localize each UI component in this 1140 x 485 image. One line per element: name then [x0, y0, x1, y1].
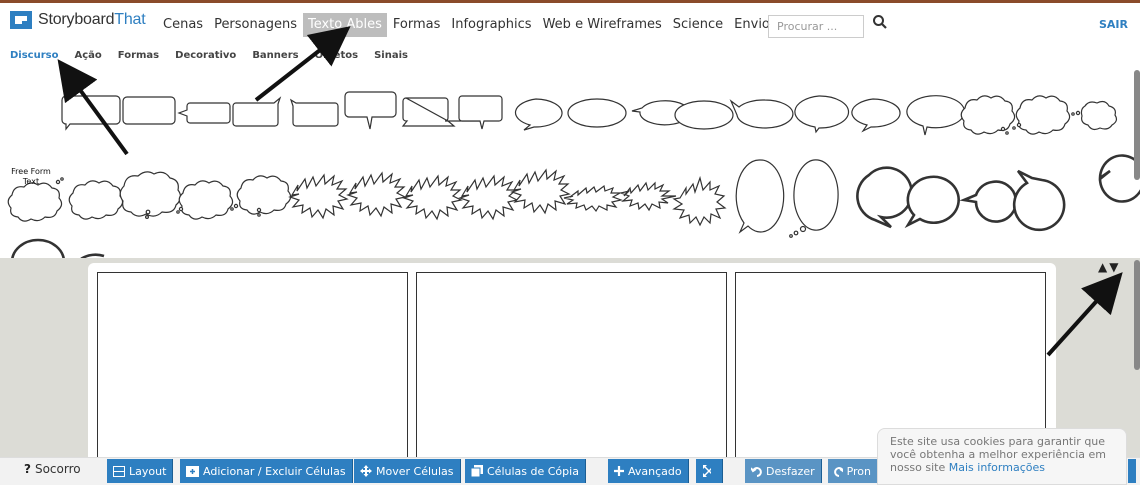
- palette-scrollbar[interactable]: [1134, 70, 1140, 180]
- help-icon: ?: [24, 462, 31, 476]
- storyboard-scrollbar[interactable]: [1134, 260, 1140, 370]
- logout-link[interactable]: SAIR: [1099, 18, 1128, 31]
- tab-formas[interactable]: Formas: [118, 50, 159, 61]
- nav-item-cenas[interactable]: Cenas: [158, 13, 208, 37]
- free-form-text-option[interactable]: Free Form Text: [11, 167, 51, 187]
- tab-discurso[interactable]: Discurso: [10, 50, 58, 61]
- tab-banners[interactable]: Banners: [252, 50, 298, 61]
- bubble-tall-oval-1[interactable]: [735, 159, 785, 234]
- bubble-round-3[interactable]: [959, 180, 1018, 223]
- redo-button[interactable]: Pron: [828, 459, 878, 483]
- bubble-oval-7[interactable]: [851, 98, 901, 133]
- undo-icon: [751, 466, 762, 477]
- bubble-round-2[interactable]: [904, 175, 960, 229]
- cookie-more-info-link[interactable]: Mais informações: [949, 461, 1045, 474]
- thought-cloud-5[interactable]: [68, 180, 124, 220]
- textables-palette: Free Form Text: [0, 66, 1140, 258]
- storyboard-cell-2[interactable]: [416, 272, 727, 462]
- expand-icon: [703, 465, 711, 477]
- thought-cloud-6[interactable]: [119, 171, 182, 217]
- thought-cloud-8[interactable]: [236, 175, 292, 215]
- bubble-rect-5[interactable]: [289, 98, 339, 127]
- advanced-button[interactable]: Avançado: [608, 459, 689, 483]
- add-remove-cells-label: Adicionar / Excluir Células: [203, 464, 346, 478]
- cookie-accept-button[interactable]: [1128, 459, 1136, 483]
- help-label: Socorro: [34, 462, 81, 476]
- storyboardthat-logo[interactable]: StoryboardThat: [10, 11, 146, 29]
- layout-icon: [113, 465, 125, 477]
- plus-icon: [614, 466, 624, 476]
- bubble-round-1[interactable]: [856, 166, 913, 229]
- spiky-bubble-6[interactable]: [563, 184, 624, 213]
- subcategory-tabs: Discurso Ação Formas Decorativo Banners …: [10, 50, 424, 61]
- speech-bubble-palette: [7, 91, 1140, 258]
- logo-text: StoryboardThat: [38, 11, 146, 28]
- bubble-rect-2[interactable]: [122, 96, 176, 125]
- spiky-bubble-8[interactable]: [672, 175, 727, 227]
- thought-cloud-4[interactable]: [7, 182, 63, 222]
- search-input[interactable]: Procurar ...: [768, 15, 864, 38]
- bubble-oval-6[interactable]: [794, 95, 850, 134]
- undo-button[interactable]: Desfazer: [745, 459, 822, 483]
- bubble-round-4[interactable]: [1012, 169, 1066, 232]
- thought-cloud-2[interactable]: [1015, 95, 1071, 135]
- bubble-rect-6[interactable]: [344, 91, 397, 130]
- redo-label: Pron: [846, 464, 871, 478]
- tab-decorativo[interactable]: Decorativo: [175, 50, 236, 61]
- move-cells-label: Mover Células: [376, 464, 454, 478]
- bubble-rect-1[interactable]: [61, 95, 121, 131]
- add-cells-icon: [186, 465, 199, 477]
- thought-cloud-3[interactable]: [1080, 100, 1118, 131]
- layout-label: Layout: [129, 464, 167, 478]
- spiky-bubble-4[interactable]: [458, 174, 519, 221]
- reorder-arrows-icon[interactable]: ▲▼: [1098, 260, 1120, 274]
- nav-item-texto-ables[interactable]: Texto Ables: [302, 13, 387, 37]
- bubble-oval-5[interactable]: [729, 99, 794, 129]
- spiky-bubble-5[interactable]: [510, 168, 571, 215]
- tab-sinais[interactable]: Sinais: [374, 50, 408, 61]
- move-icon: [360, 465, 372, 477]
- bubble-rect-8[interactable]: [458, 95, 503, 130]
- move-cells-button[interactable]: Mover Células: [354, 459, 461, 483]
- help-button[interactable]: ? Socorro: [24, 462, 81, 476]
- copy-cells-label: Células de Cópia: [487, 464, 579, 478]
- thought-cloud-1[interactable]: [960, 95, 1016, 135]
- bubble-tall-oval-2[interactable]: [793, 159, 839, 231]
- storyboard-cell-1[interactable]: [97, 272, 408, 462]
- spiky-bubble-3[interactable]: [402, 174, 463, 221]
- tab-acao[interactable]: Ação: [74, 50, 101, 61]
- thought-cloud-7[interactable]: [178, 180, 234, 220]
- bubble-rect-3[interactable]: [177, 102, 231, 124]
- tab-objetos[interactable]: Objetos: [315, 50, 358, 61]
- search-icon[interactable]: [872, 14, 888, 30]
- bubble-oval-8[interactable]: [906, 95, 966, 136]
- bubble-round-6[interactable]: [11, 238, 65, 258]
- bubble-rect-4[interactable]: [232, 96, 282, 127]
- undo-label: Desfazer: [766, 464, 815, 478]
- layout-button[interactable]: Layout: [107, 459, 174, 483]
- spiky-bubble-7[interactable]: [618, 181, 677, 212]
- nav-item-infographics[interactable]: Infographics: [446, 13, 536, 37]
- copy-icon: [471, 465, 483, 477]
- top-navigation-bar: StoryboardThat Cenas Personagens Texto A…: [0, 0, 1140, 42]
- nav-item-web-wireframes[interactable]: Web e Wireframes: [538, 13, 667, 37]
- nav-item-personagens[interactable]: Personagens: [209, 13, 302, 37]
- storyboardthat-editor: StoryboardThat Cenas Personagens Texto A…: [0, 0, 1140, 485]
- spiky-bubble-2[interactable]: [346, 171, 407, 218]
- redo-icon: [834, 466, 843, 477]
- nav-item-science[interactable]: Science: [668, 13, 728, 37]
- logo-icon: [10, 11, 32, 29]
- bubble-oval-2[interactable]: [567, 98, 627, 128]
- advanced-label: Avançado: [628, 464, 682, 478]
- fullscreen-button[interactable]: [696, 459, 723, 483]
- nav-item-formas[interactable]: Formas: [388, 13, 446, 37]
- bubble-oval-4[interactable]: [674, 100, 734, 130]
- main-nav: Cenas Personagens Texto Ables Formas Inf…: [158, 13, 776, 37]
- cookie-notice: Este site usa cookies para garantir que …: [877, 428, 1127, 485]
- copy-cells-button[interactable]: Células de Cópia: [465, 459, 586, 483]
- add-remove-cells-button[interactable]: Adicionar / Excluir Células: [180, 459, 353, 483]
- bubble-oval-1[interactable]: [514, 98, 563, 131]
- spiky-bubble-1[interactable]: [288, 173, 349, 220]
